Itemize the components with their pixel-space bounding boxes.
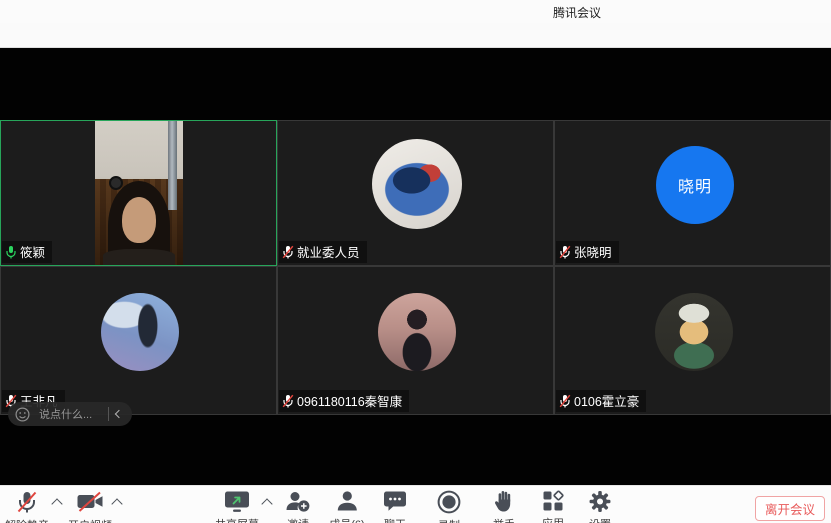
participant-tile-jiuyewei[interactable]: 就业委人员 [277,120,554,266]
invite-button[interactable]: 邀请 [286,490,311,523]
participant-name-label: 0106霍立豪 [556,390,646,412]
record-button[interactable]: 录制 [437,490,461,523]
mic-muted-icon [282,245,294,259]
avatar-initials: 晓明 [656,146,734,224]
apps-grid-icon [542,490,564,512]
share-screen-button[interactable]: 共享屏幕 [215,490,259,523]
mic-on-icon [5,245,17,259]
participant-name-label: 就业委人员 [279,241,367,263]
participant-tile-qinzhikang[interactable]: 0961180116秦智康 [277,266,554,415]
apps-button[interactable]: 应用 [542,490,564,523]
chat-bubble-icon [383,490,407,513]
title-bar: 腾讯会议 [0,0,831,23]
tencent-meeting-window: 腾讯会议 关闭原声 25:53 宫格视图 [0,0,831,523]
chat-button[interactable]: 聊天 [383,490,407,523]
camera-off-icon [76,490,104,514]
invite-icon [286,490,311,513]
members-icon [336,490,358,513]
participant-tile-wangfeifan[interactable]: 王非凡 [0,266,277,415]
participant-name-label: 筱颖 [2,241,52,263]
settings-button[interactable]: 设置 [589,490,612,523]
mic-muted-icon [559,394,571,408]
webcam-video [95,121,183,265]
collapse-chat-icon[interactable] [115,410,123,418]
mic-muted-icon [559,245,571,259]
avatar [378,293,456,371]
share-screen-icon [224,490,250,513]
window-title: 腾讯会议 [553,4,601,21]
bottom-toolbar [0,485,831,523]
members-button[interactable]: 成员(6) [329,490,364,523]
participant-tile-huolihao[interactable]: 0106霍立豪 [554,266,831,415]
record-icon [437,490,461,514]
avatar [655,293,733,371]
quick-chat-bar[interactable]: 说点什么... [8,402,132,426]
unmute-button[interactable]: 解除静音 [5,490,49,523]
avatar [101,293,179,371]
chat-input-placeholder[interactable]: 说点什么... [39,406,106,422]
raise-hand-button[interactable]: 举手 [493,490,515,523]
participant-tile-zhangxiaoming[interactable]: 晓明 张晓明 [554,120,831,266]
leave-meeting-button[interactable]: 离开会议 [755,496,825,521]
top-toolbar: 关闭原声 25:53 宫格视图 [0,23,831,48]
mic-muted-icon [282,394,294,408]
raise-hand-icon [494,490,515,513]
start-video-button[interactable]: 开启视频 [68,490,112,523]
chat-divider [108,407,109,421]
avatar [372,139,462,229]
mic-muted-icon [15,490,39,514]
gear-icon [589,490,612,513]
participant-name-label: 张晓明 [556,241,619,263]
emoji-icon[interactable] [15,407,30,422]
participant-name-label: 0961180116秦智康 [279,390,409,412]
participant-tile-xiaoying[interactable]: 筱颖 [0,120,277,266]
